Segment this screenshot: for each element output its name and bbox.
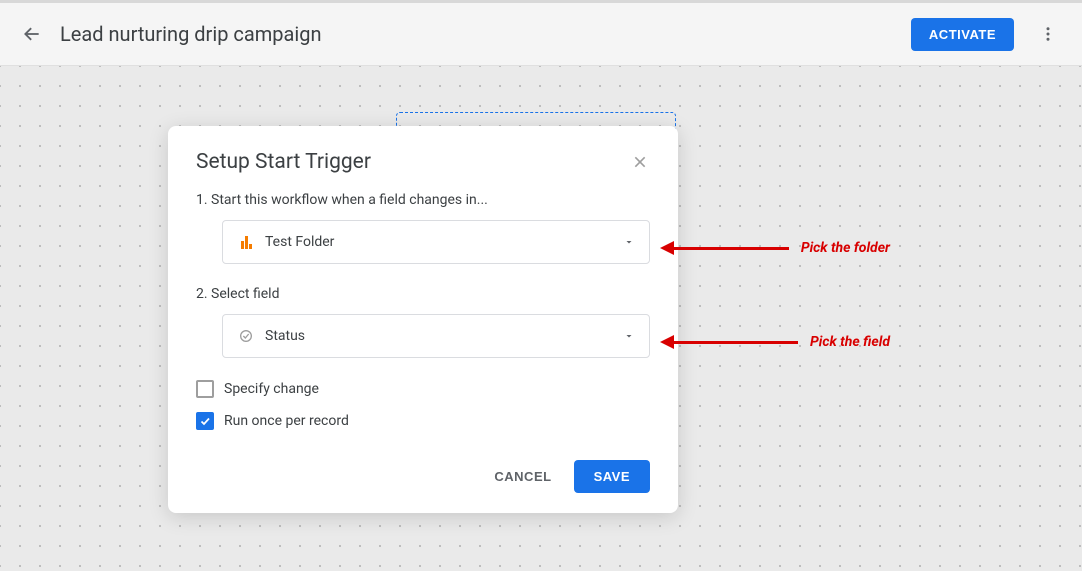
close-button[interactable] (630, 152, 650, 172)
chevron-down-icon (623, 236, 635, 248)
annotation-label: Pick the field (810, 334, 890, 350)
close-icon (632, 154, 648, 170)
cancel-button[interactable]: CANCEL (480, 460, 565, 493)
modal-title: Setup Start Trigger (196, 150, 371, 174)
specify-change-label: Specify change (224, 381, 319, 397)
status-icon (237, 327, 255, 345)
arrow-shaft (674, 247, 789, 250)
back-arrow-icon[interactable] (20, 22, 44, 46)
top-bar: Lead nurturing drip campaign ACTIVATE (0, 0, 1082, 66)
setup-trigger-modal: Setup Start Trigger 1. Start this workfl… (168, 126, 678, 513)
folder-dropdown-value: Test Folder (265, 234, 623, 250)
field-dropdown-value: Status (265, 328, 623, 344)
activate-button[interactable]: ACTIVATE (911, 18, 1014, 51)
modal-footer: CANCEL SAVE (196, 460, 650, 493)
specify-change-row: Specify change (196, 380, 650, 398)
annotation-label: Pick the folder (801, 240, 890, 256)
save-button[interactable]: SAVE (574, 460, 650, 493)
annotation-pick-folder: Pick the folder (660, 240, 890, 256)
specify-change-checkbox[interactable] (196, 380, 214, 398)
step2-label: 2. Select field (196, 286, 650, 302)
chevron-down-icon (623, 330, 635, 342)
workflow-canvas[interactable]: Setup Start Trigger 1. Start this workfl… (0, 66, 1082, 571)
field-dropdown[interactable]: Status (222, 314, 650, 358)
more-menu-button[interactable] (1034, 20, 1062, 48)
folder-dropdown[interactable]: Test Folder (222, 220, 650, 264)
arrow-head-icon (660, 335, 674, 349)
arrow-head-icon (660, 241, 674, 255)
run-once-label: Run once per record (224, 413, 349, 429)
run-once-row: Run once per record (196, 412, 650, 430)
check-icon (199, 415, 211, 427)
arrow-left-icon (22, 24, 42, 44)
more-vert-icon (1039, 25, 1057, 43)
arrow-shaft (674, 341, 798, 344)
annotation-pick-field: Pick the field (660, 334, 890, 350)
modal-header: Setup Start Trigger (196, 150, 650, 174)
run-once-checkbox[interactable] (196, 412, 214, 430)
page-title: Lead nurturing drip campaign (60, 22, 322, 46)
step1-label: 1. Start this workflow when a field chan… (196, 192, 650, 208)
folder-icon (237, 233, 255, 251)
